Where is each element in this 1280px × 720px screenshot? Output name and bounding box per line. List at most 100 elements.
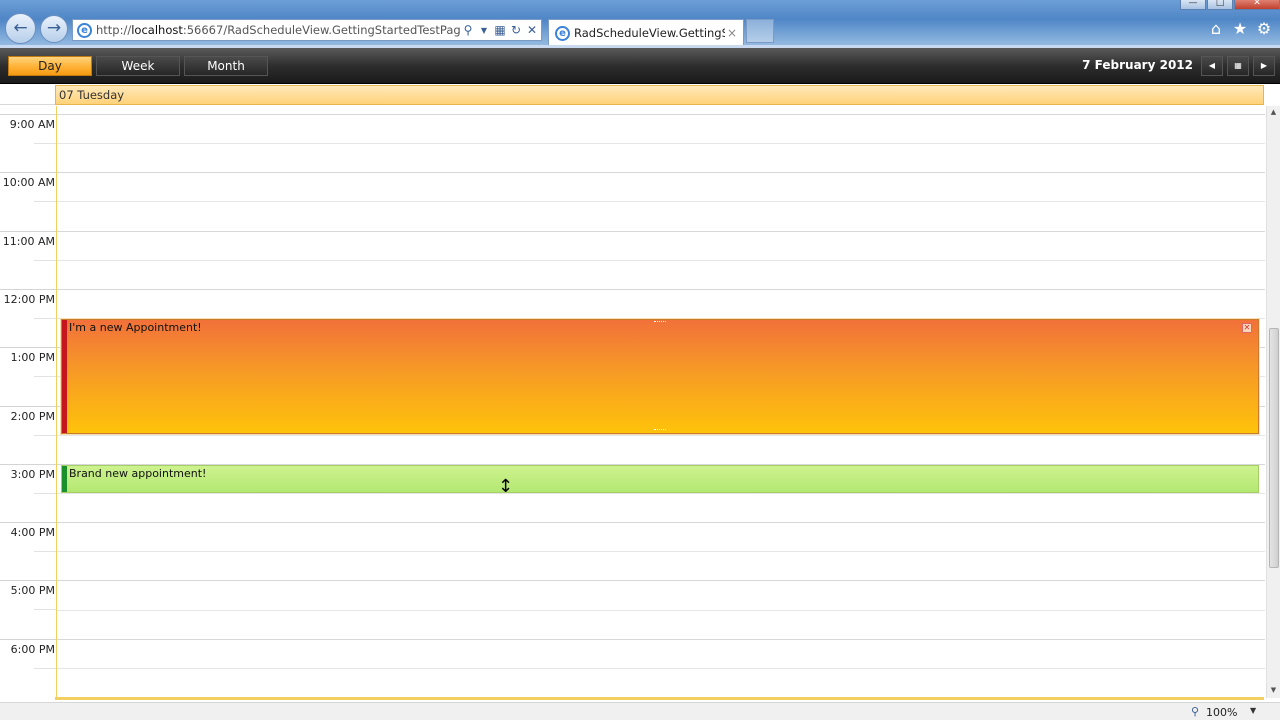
time-slot-line bbox=[57, 551, 1265, 552]
hour-divider bbox=[0, 522, 56, 523]
new-tab-button[interactable] bbox=[746, 19, 774, 43]
scroll-up-icon[interactable]: ▲ bbox=[1267, 108, 1280, 118]
time-label: 11:00 AM bbox=[2, 235, 55, 248]
hour-divider bbox=[0, 347, 56, 348]
hour-divider bbox=[0, 172, 56, 173]
half-hour-divider bbox=[34, 435, 56, 436]
time-label: 4:00 PM bbox=[10, 526, 55, 539]
time-label: 6:00 PM bbox=[10, 643, 55, 656]
tab-close-icon[interactable]: × bbox=[725, 26, 739, 40]
time-slot-line bbox=[57, 639, 1265, 640]
hour-divider bbox=[0, 114, 56, 115]
gear-icon[interactable]: ⚙ bbox=[1254, 19, 1274, 39]
half-hour-divider bbox=[34, 493, 56, 494]
time-slot-line bbox=[57, 493, 1265, 494]
half-hour-divider bbox=[34, 609, 56, 610]
maximize-icon[interactable]: □ bbox=[1207, 0, 1233, 10]
zoom-icon[interactable]: ⚲ bbox=[1191, 705, 1199, 718]
half-hour-divider bbox=[34, 143, 56, 144]
day-header: 07 Tuesday bbox=[55, 85, 1264, 105]
resize-handle-bottom[interactable] bbox=[654, 429, 666, 432]
hour-divider bbox=[0, 464, 56, 465]
search-icon[interactable]: ⚲ bbox=[461, 23, 475, 37]
scroll-thumb[interactable] bbox=[1269, 328, 1279, 568]
compatibility-view-icon[interactable]: ▦ bbox=[493, 23, 507, 37]
arrow-left-icon: ← bbox=[13, 18, 28, 38]
hour-divider bbox=[0, 639, 56, 640]
zoom-level[interactable]: 100% bbox=[1206, 706, 1237, 719]
time-slot-line bbox=[57, 260, 1265, 261]
appointment-subject: Brand new appointment! bbox=[69, 467, 207, 480]
hour-divider bbox=[0, 231, 56, 232]
half-hour-divider bbox=[34, 260, 56, 261]
minimize-icon[interactable]: — bbox=[1180, 0, 1206, 10]
time-label: 5:00 PM bbox=[10, 584, 55, 597]
week-view-button[interactable]: Week bbox=[96, 56, 180, 76]
hour-divider bbox=[0, 289, 56, 290]
time-ruler: 9:00 AM 10:00 AM 11:00 AM 12:00 PM 1:00 PM 2:… bbox=[0, 106, 56, 698]
calendar-icon: ▦ bbox=[1234, 61, 1242, 70]
dropdown-icon[interactable]: ▼ bbox=[477, 26, 491, 35]
previous-date-button[interactable]: ◀ bbox=[1201, 56, 1223, 76]
zoom-dropdown-icon[interactable]: ▼ bbox=[1250, 706, 1256, 715]
arrow-right-icon: → bbox=[46, 18, 62, 38]
appointment-subject: I'm a new Appointment! bbox=[69, 321, 202, 334]
refresh-icon[interactable]: ↻ bbox=[509, 23, 523, 37]
time-slot-line bbox=[57, 610, 1265, 611]
time-slot-line bbox=[57, 522, 1265, 523]
next-date-button[interactable]: ▶ bbox=[1253, 56, 1275, 76]
ie-page-icon: e bbox=[77, 22, 92, 38]
window-close-icon[interactable]: ✕ bbox=[1234, 0, 1280, 10]
time-slot-line bbox=[57, 143, 1265, 144]
schedule-bottom-border bbox=[55, 697, 1264, 700]
home-icon[interactable]: ⌂ bbox=[1206, 19, 1226, 39]
address-bar[interactable]: e http://localhost:56667/RadScheduleView… bbox=[72, 19, 542, 41]
time-slot-line bbox=[57, 114, 1265, 115]
time-label: 9:00 AM bbox=[9, 118, 55, 131]
time-label: 12:00 PM bbox=[3, 293, 55, 306]
resize-cursor-icon: ↕ bbox=[498, 476, 514, 497]
appointment-delete-icon[interactable]: ✕ bbox=[1242, 323, 1252, 333]
resize-handle-top[interactable] bbox=[654, 321, 666, 324]
time-slot-line bbox=[57, 289, 1265, 290]
time-label: 1:00 PM bbox=[10, 351, 55, 364]
time-slot-line bbox=[57, 172, 1265, 173]
half-hour-divider bbox=[34, 376, 56, 377]
ie-tab-icon: e bbox=[555, 25, 570, 41]
time-label: 10:00 AM bbox=[2, 176, 55, 189]
back-button[interactable]: ← bbox=[5, 13, 36, 44]
appointment[interactable]: I'm a new Appointment! ✕ bbox=[61, 319, 1259, 434]
schedule-toolbar: Day Week Month 7 February 2012 ◀ ▦ ▶ bbox=[0, 48, 1280, 84]
tab-active[interactable]: e RadScheduleView.GettingSt... × bbox=[548, 19, 744, 46]
time-slot-line bbox=[57, 435, 1265, 436]
forward-button[interactable]: → bbox=[40, 15, 68, 43]
half-hour-divider bbox=[34, 318, 56, 319]
vertical-scrollbar[interactable]: ▲ ▼ bbox=[1266, 106, 1280, 698]
time-slot-line bbox=[57, 668, 1265, 669]
scroll-down-icon[interactable]: ▼ bbox=[1267, 686, 1280, 696]
half-hour-divider bbox=[34, 551, 56, 552]
stop-icon[interactable]: ✕ bbox=[525, 23, 539, 37]
appointment[interactable]: Brand new appointment! bbox=[61, 465, 1259, 493]
time-label: 3:00 PM bbox=[10, 468, 55, 481]
time-label: 2:00 PM bbox=[10, 410, 55, 423]
browser-chrome: ← → e http://localhost:56667/RadSchedule… bbox=[0, 0, 1280, 48]
url-text[interactable]: http://localhost:56667/RadScheduleView.G… bbox=[96, 23, 461, 37]
half-hour-divider bbox=[34, 201, 56, 202]
half-hour-divider bbox=[34, 668, 56, 669]
status-bar: ⚲ 100% ▼ bbox=[0, 702, 1280, 720]
calendar-button[interactable]: ▦ bbox=[1227, 56, 1249, 76]
triangle-right-icon: ▶ bbox=[1260, 61, 1268, 70]
hour-divider bbox=[0, 406, 56, 407]
time-slot-line bbox=[57, 231, 1265, 232]
header-corner bbox=[0, 85, 55, 105]
hour-divider bbox=[0, 580, 56, 581]
tab-title: RadScheduleView.GettingSt... bbox=[574, 26, 725, 40]
month-view-button[interactable]: Month bbox=[184, 56, 268, 76]
day-view-button[interactable]: Day bbox=[8, 56, 92, 76]
time-slot-line bbox=[57, 201, 1265, 202]
triangle-left-icon: ◀ bbox=[1208, 61, 1216, 70]
time-slot-line bbox=[57, 580, 1265, 581]
current-date-label: 7 February 2012 bbox=[1082, 58, 1193, 72]
star-icon[interactable]: ★ bbox=[1230, 19, 1250, 39]
